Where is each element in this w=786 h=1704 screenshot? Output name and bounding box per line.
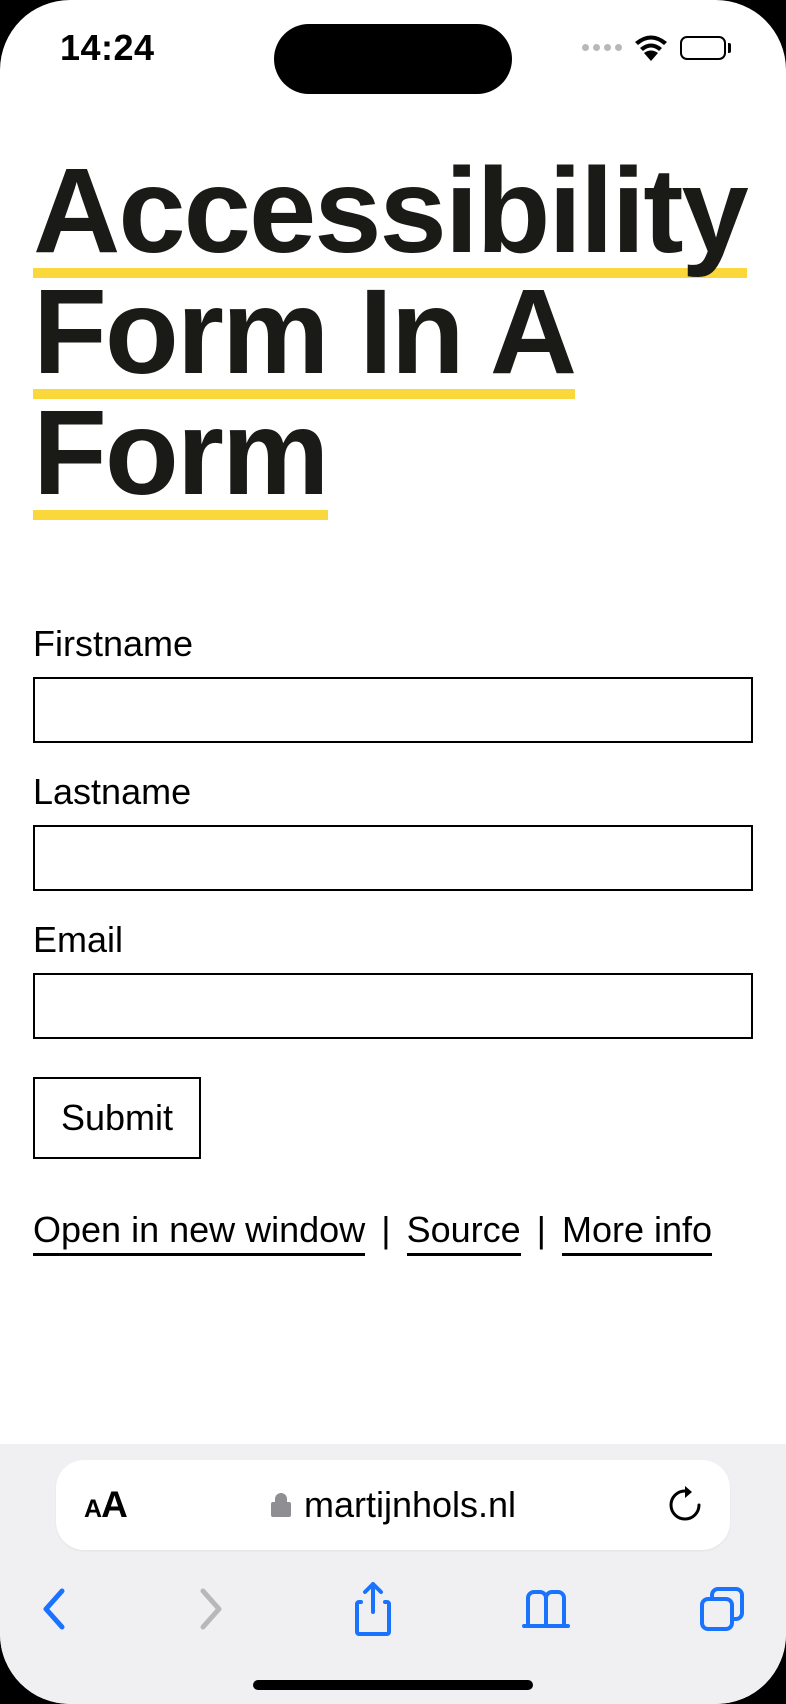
form: Firstname Lastname Email Submit Open in … <box>33 623 753 1251</box>
lastname-label: Lastname <box>33 771 753 813</box>
home-indicator[interactable] <box>253 1680 533 1690</box>
page-title: Accessibility Form In A Form <box>33 150 753 513</box>
bookmarks-button[interactable] <box>522 1588 570 1630</box>
text-size-icon[interactable]: AA <box>84 1484 127 1526</box>
safari-chrome: AA martijnhols.nl <box>0 1444 786 1704</box>
firstname-input[interactable] <box>33 677 753 743</box>
forward-button[interactable] <box>197 1587 225 1631</box>
page-title-line-1: Accessibility <box>33 142 747 278</box>
links-row: Open in new window | Source | More info <box>33 1209 753 1251</box>
status-time: 14:24 <box>60 27 155 69</box>
source-link[interactable]: Source <box>407 1209 521 1256</box>
status-indicators <box>582 35 731 61</box>
open-new-window-link[interactable]: Open in new window <box>33 1209 365 1256</box>
url-display: martijnhols.nl <box>270 1484 516 1526</box>
reload-button[interactable] <box>668 1486 702 1524</box>
submit-button[interactable]: Submit <box>33 1077 201 1159</box>
email-label: Email <box>33 919 753 961</box>
links-separator: | <box>527 1209 556 1250</box>
more-info-link[interactable]: More info <box>562 1209 712 1256</box>
url-domain: martijnhols.nl <box>304 1484 516 1526</box>
tabs-button[interactable] <box>698 1585 746 1633</box>
email-field: Email <box>33 919 753 1039</box>
back-button[interactable] <box>40 1587 68 1631</box>
cellular-signal-icon <box>582 44 622 51</box>
links-separator: | <box>371 1209 400 1250</box>
page-title-line-3: Form <box>33 384 328 520</box>
firstname-label: Firstname <box>33 623 753 665</box>
dynamic-island <box>274 24 512 94</box>
share-button[interactable] <box>353 1582 393 1636</box>
phone-frame: 14:24 Accessibility Form In A Form First… <box>0 0 786 1704</box>
wifi-icon <box>634 35 668 61</box>
safari-toolbar <box>0 1574 786 1644</box>
url-bar[interactable]: AA martijnhols.nl <box>56 1460 730 1550</box>
lastname-input[interactable] <box>33 825 753 891</box>
page-title-line-2: Form In A <box>33 263 575 399</box>
lastname-field: Lastname <box>33 771 753 891</box>
page-content: Accessibility Form In A Form Firstname L… <box>0 120 786 1251</box>
battery-icon <box>680 36 731 60</box>
email-input[interactable] <box>33 973 753 1039</box>
firstname-field: Firstname <box>33 623 753 743</box>
lock-icon <box>270 1492 292 1518</box>
